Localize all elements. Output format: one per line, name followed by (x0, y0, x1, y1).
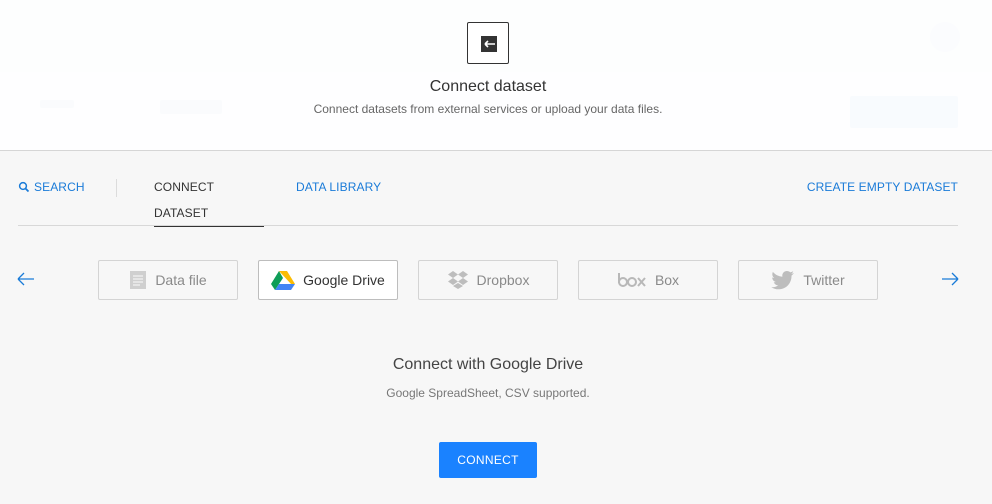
connect-button[interactable]: CONNECT (439, 442, 537, 478)
source-label: Box (654, 272, 680, 288)
arrow-right-icon[interactable] (940, 268, 960, 290)
page-subtitle: Connect datasets from external services … (313, 102, 663, 116)
tab-connect-label: CONNECT DATASET (154, 180, 214, 220)
box-logo-icon (617, 272, 647, 288)
connect-arrow-icon (467, 22, 509, 64)
tab-library-label: DATA LIBRARY (296, 180, 382, 194)
document-icon (129, 270, 147, 290)
source-dropbox[interactable]: Dropbox (418, 260, 558, 300)
tab-data-library[interactable]: DATA LIBRARY (296, 174, 381, 226)
source-twitter[interactable]: Twitter (738, 260, 878, 300)
tab-search[interactable]: SEARCH (18, 174, 85, 226)
source-label: Data file (155, 272, 207, 288)
tab-bar: SEARCH CONNECT DATASET DATA LIBRARY CREA… (18, 174, 958, 227)
modal-header: Connect dataset Connect datasets from ex… (0, 0, 992, 151)
search-icon (18, 181, 30, 193)
source-data-file[interactable]: Data file (98, 260, 238, 300)
tab-search-label: SEARCH (34, 180, 85, 194)
twitter-icon (771, 270, 795, 290)
create-empty-dataset-label: CREATE EMPTY DATASET (806, 180, 958, 194)
dropbox-icon (447, 270, 469, 290)
source-google-drive[interactable]: Google Drive (258, 260, 398, 300)
tab-connect-dataset[interactable]: CONNECT DATASET (154, 174, 264, 227)
source-label: Google Drive (303, 272, 385, 288)
page-title: Connect dataset (429, 78, 547, 95)
google-drive-icon (271, 270, 296, 290)
tab-divider (116, 179, 117, 197)
source-box[interactable]: Box (578, 260, 718, 300)
connect-detail-subtitle: Google SpreadSheet, CSV supported. (386, 386, 590, 400)
source-label: Twitter (803, 272, 845, 288)
arrow-left-icon[interactable] (16, 268, 36, 290)
connect-detail-title: Connect with Google Drive (392, 356, 584, 373)
source-label: Dropbox (476, 272, 530, 288)
create-empty-dataset-link[interactable]: CREATE EMPTY DATASET (807, 174, 958, 226)
